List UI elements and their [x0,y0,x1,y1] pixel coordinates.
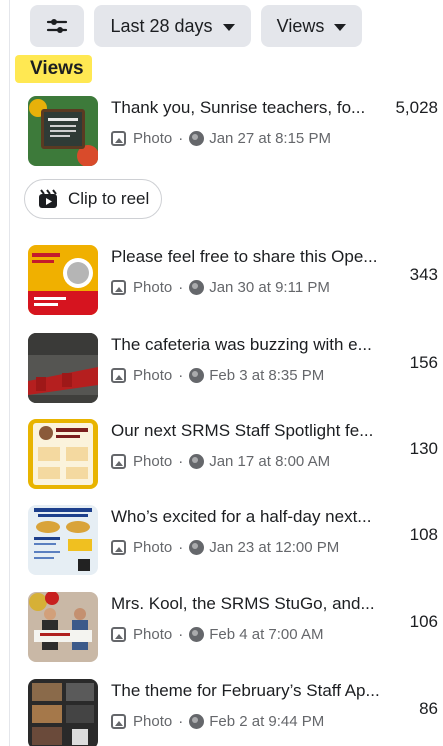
reel-icon [39,189,57,208]
post-meta: Photo · Feb 2 at 9:44 PM [111,713,324,730]
post-type: Photo [133,279,173,296]
globe-icon [189,714,205,729]
photo-icon [111,714,126,729]
date-range-dropdown[interactable]: Last 28 days [94,5,251,47]
post-title: Our next SRMS Staff Spotlight fe... [111,421,374,440]
post-date: Jan 17 at 8:00 AM [209,453,331,470]
post-title: The theme for February’s Staff Ap... [111,681,380,700]
post-meta: Photo · Jan 17 at 8:00 AM [111,453,330,470]
photo-icon [111,368,126,383]
post-type: Photo [133,713,173,730]
content-divider [9,0,10,746]
globe-icon [189,131,205,146]
post-type: Photo [133,130,173,147]
post-row[interactable]: The cafeteria was buzzing with e... Phot… [28,333,438,405]
clip-to-reel-button[interactable]: Clip to reel [24,179,162,219]
globe-icon [189,540,205,555]
post-thumbnail [28,419,98,489]
filter-bar: Last 28 days Views [30,5,362,47]
post-row[interactable]: Thank you, Sunrise teachers, fo... Photo… [28,96,438,168]
post-type: Photo [133,367,173,384]
post-row[interactable]: The theme for February’s Staff Ap... Pho… [28,679,438,746]
post-row[interactable]: Mrs. Kool, the SRMS StuGo, and... Photo … [28,592,438,664]
post-meta: Photo · Jan 30 at 9:11 PM [111,279,330,296]
post-title: Mrs. Kool, the SRMS StuGo, and... [111,594,375,613]
post-title: Thank you, Sunrise teachers, fo... [111,98,366,117]
post-type: Photo [133,539,173,556]
post-title: Please feel free to share this Ope... [111,247,378,266]
post-type: Photo [133,626,173,643]
globe-icon [189,280,205,295]
post-date: Feb 3 at 8:35 PM [209,367,325,384]
post-thumbnail [28,245,98,315]
clip-to-reel-label: Clip to reel [68,189,150,208]
filter-sliders-icon [46,19,68,33]
post-date: Jan 27 at 8:15 PM [209,130,331,147]
post-row[interactable]: Our next SRMS Staff Spotlight fe... Phot… [28,419,438,491]
post-meta: Photo · Jan 23 at 12:00 PM [111,539,339,556]
post-row[interactable]: Please feel free to share this Ope... Ph… [28,245,438,317]
caret-down-icon [334,23,347,31]
filter-settings-button[interactable] [30,5,84,47]
post-meta: Photo · Jan 27 at 8:15 PM [111,130,331,147]
post-date: Jan 30 at 9:11 PM [209,279,330,296]
photo-icon [111,540,126,555]
post-date: Feb 2 at 9:44 PM [209,713,325,730]
view-count: 130 [409,439,438,458]
post-date: Feb 4 at 7:00 AM [209,626,324,643]
post-meta: Photo · Feb 3 at 8:35 PM [111,367,324,384]
view-count: 106 [409,612,438,631]
view-count: 5,028 [395,98,438,117]
photo-icon [111,280,126,295]
post-meta: Photo · Feb 4 at 7:00 AM [111,626,323,643]
view-count: 156 [409,353,438,372]
post-title: The cafeteria was buzzing with e... [111,335,372,354]
post-type: Photo [133,453,173,470]
photo-icon [111,131,126,146]
photo-icon [111,627,126,642]
post-thumbnail [28,592,98,662]
post-row[interactable]: Who’s excited for a half-day next... Pho… [28,505,438,577]
post-thumbnail [28,333,98,403]
metric-dropdown[interactable]: Views [261,5,362,47]
date-range-label: Last 28 days [110,15,213,36]
post-date: Jan 23 at 12:00 PM [209,539,340,556]
globe-icon [189,454,205,469]
globe-icon [189,627,205,642]
post-thumbnail [28,505,98,575]
post-thumbnail [28,679,98,746]
post-thumbnail [28,96,98,166]
view-count: 343 [409,265,438,284]
post-title: Who’s excited for a half-day next... [111,507,372,526]
photo-icon [111,454,126,469]
metric-label: Views [276,15,325,36]
globe-icon [189,368,205,383]
caret-down-icon [222,23,235,31]
view-count: 108 [409,525,438,544]
sort-column-label: Views [15,55,92,83]
view-count: 86 [419,699,438,718]
